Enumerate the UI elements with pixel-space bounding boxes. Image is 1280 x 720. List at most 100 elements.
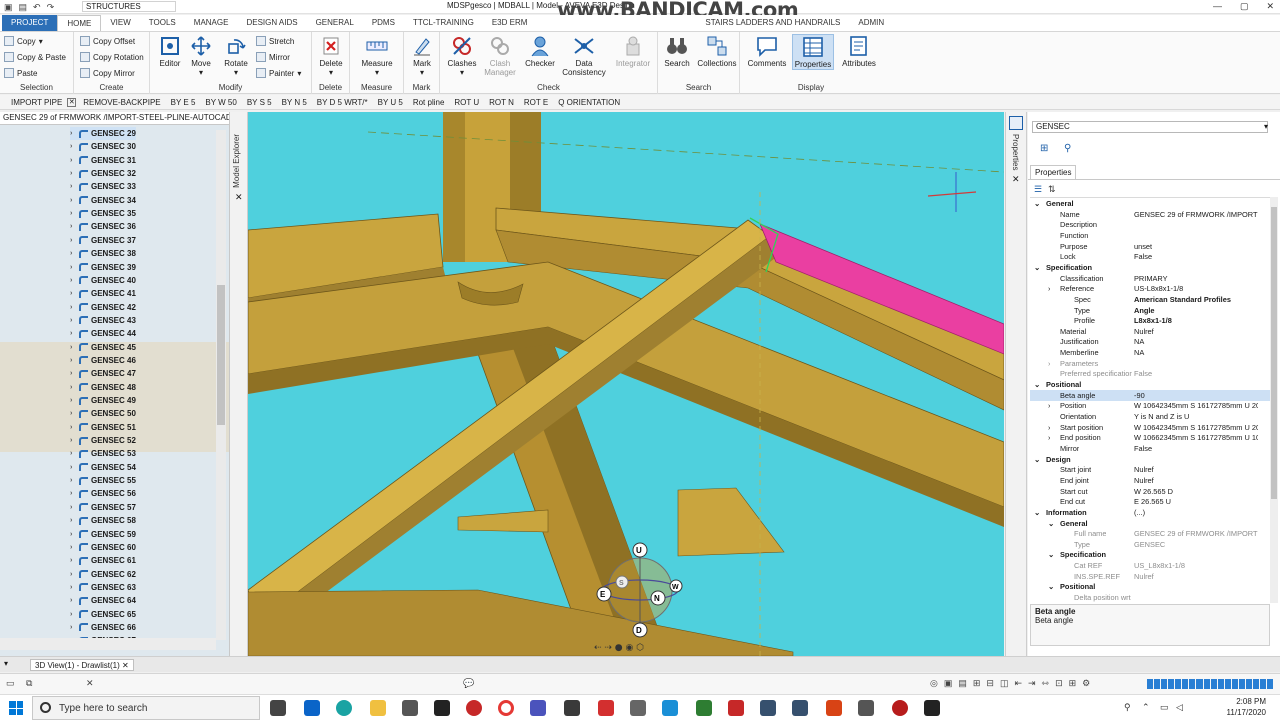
task-view-icon[interactable]: [270, 700, 286, 716]
expand-chevron-icon[interactable]: ›: [70, 464, 76, 471]
property-value[interactable]: W 10642345mm S 16172785mm U 20: [1134, 422, 1258, 433]
property-value[interactable]: Nulref: [1134, 464, 1258, 475]
expand-chevron-icon[interactable]: ⌄: [1034, 379, 1040, 390]
powerpoint-icon[interactable]: [826, 700, 842, 716]
property-row[interactable]: End joint Nulref: [1030, 475, 1270, 486]
edge-icon[interactable]: [336, 700, 352, 716]
chevron-down-icon[interactable]: ▾: [1264, 122, 1268, 131]
nav-arrows-icon[interactable]: ⇠ ⇢ ● ◉ ⬡: [594, 643, 644, 653]
property-row[interactable]: ⌄ General: [1030, 518, 1270, 529]
autocad-icon[interactable]: [728, 700, 744, 716]
property-row[interactable]: Justification NA: [1030, 336, 1270, 347]
tree-item[interactable]: › GENSEC 57: [70, 501, 136, 514]
explorer-scrollbar[interactable]: [216, 130, 226, 640]
expand-chevron-icon[interactable]: ⌄: [1034, 454, 1040, 465]
tab-stairs-ladders-handrails[interactable]: STAIRS LADDERS AND HANDRAILS: [696, 15, 849, 31]
expand-chevron-icon[interactable]: ›: [70, 250, 76, 257]
restore-icon[interactable]: ⧉: [26, 678, 32, 689]
skype-icon[interactable]: [662, 700, 678, 716]
property-value[interactable]: Y is N and Z is U: [1134, 411, 1258, 422]
tree-item[interactable]: › GENSEC 61: [70, 554, 136, 567]
property-row[interactable]: ⌄ Specification: [1030, 549, 1270, 560]
link-icon[interactable]: ⚲: [1064, 143, 1071, 154]
tab-tools[interactable]: TOOLS: [140, 15, 185, 31]
tree-item[interactable]: › GENSEC 45: [70, 341, 136, 354]
expand-chevron-icon[interactable]: ›: [70, 317, 76, 324]
property-row[interactable]: Mirror False: [1030, 443, 1270, 454]
property-value[interactable]: Nulref: [1134, 475, 1258, 486]
clashes-button[interactable]: Clashes ▾: [444, 34, 480, 77]
expand-chevron-icon[interactable]: ›: [70, 237, 76, 244]
property-row[interactable]: Start cut W 26.565 D: [1030, 486, 1270, 497]
property-value[interactable]: Angle: [1134, 305, 1258, 316]
mark-button[interactable]: Mark ▾: [404, 34, 440, 77]
property-row[interactable]: › Start position W 10642345mm S 16172785mm…: [1030, 422, 1270, 433]
property-value[interactable]: False: [1134, 368, 1258, 379]
close-icon[interactable]: ✕: [67, 97, 77, 107]
expand-chevron-icon[interactable]: ›: [70, 504, 76, 511]
property-value[interactable]: GENSEC 29 of FRMWORK /IMPORT: [1134, 209, 1258, 220]
expand-chevron-icon[interactable]: ›: [70, 424, 76, 431]
by-e5-button[interactable]: BY E 5: [166, 98, 201, 107]
property-value[interactable]: Nulref: [1134, 571, 1258, 582]
doc-tab-3d-view[interactable]: 3D View(1) - Drawlist(1) ✕: [30, 659, 134, 671]
tab-admin[interactable]: ADMIN: [849, 15, 893, 31]
tree-item[interactable]: › GENSEC 30: [70, 140, 136, 153]
property-row[interactable]: Classification PRIMARY: [1030, 273, 1270, 284]
copy-button[interactable]: Copy ▾: [4, 36, 43, 46]
tree-item[interactable]: › GENSEC 63: [70, 581, 136, 594]
paste-button[interactable]: Paste: [4, 68, 37, 78]
expand-chevron-icon[interactable]: ›: [70, 624, 76, 631]
expand-chevron-icon[interactable]: ›: [70, 330, 76, 337]
expand-chevron-icon[interactable]: ›: [70, 357, 76, 364]
tree-item[interactable]: › GENSEC 32: [70, 167, 136, 180]
aveva-icon[interactable]: [792, 700, 808, 716]
tree-item[interactable]: › GENSEC 39: [70, 261, 136, 274]
tree-item[interactable]: › GENSEC 44: [70, 327, 136, 340]
recorder-icon[interactable]: [466, 700, 482, 716]
taskbar-search[interactable]: Type here to search: [32, 696, 260, 720]
properties-side-tab[interactable]: Properties ✕: [1005, 112, 1027, 656]
tab-e3d-erm[interactable]: E3D ERM: [483, 15, 537, 31]
expand-chevron-icon[interactable]: ⌄: [1034, 507, 1040, 518]
property-row[interactable]: Preferred specification False: [1030, 368, 1270, 379]
calculator-icon[interactable]: [630, 700, 646, 716]
view-tools-icon[interactable]: ◎▣▤⊞⊟◫⇤⇥⇿⊡⊞⚙: [930, 678, 1096, 689]
expand-chevron-icon[interactable]: ›: [70, 477, 76, 484]
tree-item[interactable]: › GENSEC 51: [70, 421, 136, 434]
excel-icon[interactable]: [696, 700, 712, 716]
tree-item[interactable]: › GENSEC 48: [70, 381, 136, 394]
tree-item[interactable]: › GENSEC 64: [70, 594, 136, 607]
expand-chevron-icon[interactable]: ›: [1048, 432, 1050, 443]
properties-grid-icon[interactable]: [1009, 116, 1023, 130]
stretch-button[interactable]: Stretch: [256, 36, 294, 46]
property-value[interactable]: American Standard Profiles: [1134, 294, 1258, 305]
expand-chevron-icon[interactable]: ›: [70, 170, 76, 177]
property-value[interactable]: W 10662345mm S 16172785mm U 10: [1134, 432, 1258, 443]
property-value[interactable]: PRIMARY: [1134, 273, 1258, 284]
property-value[interactable]: GENSEC: [1134, 539, 1258, 550]
properties-tab-label[interactable]: Properties: [1011, 134, 1020, 170]
property-row[interactable]: › Reference US-L8x8x1-1/8: [1030, 283, 1270, 294]
property-row[interactable]: Description: [1030, 219, 1270, 230]
expand-chevron-icon[interactable]: ›: [70, 584, 76, 591]
expand-chevron-icon[interactable]: ›: [70, 611, 76, 618]
tree-item[interactable]: › GENSEC 37: [70, 234, 136, 247]
tree-item[interactable]: › GENSEC 42: [70, 301, 136, 314]
property-row[interactable]: Material Nulref: [1030, 326, 1270, 337]
expand-chevron-icon[interactable]: ›: [70, 557, 76, 564]
expand-chevron-icon[interactable]: ›: [70, 223, 76, 230]
property-row[interactable]: Type Angle: [1030, 305, 1270, 316]
expand-chevron-icon[interactable]: ›: [70, 143, 76, 150]
expand-chevron-icon[interactable]: ›: [70, 370, 76, 377]
expand-chevron-icon[interactable]: ⌄: [1048, 581, 1054, 592]
acrobat-icon[interactable]: [598, 700, 614, 716]
tree-item[interactable]: › GENSEC 46: [70, 354, 136, 367]
tree-item[interactable]: › GENSEC 54: [70, 461, 136, 474]
property-value[interactable]: False: [1134, 443, 1258, 454]
expand-chevron-icon[interactable]: ›: [70, 264, 76, 271]
rot-e-button[interactable]: ROT E: [519, 98, 553, 107]
property-row[interactable]: Start joint Nulref: [1030, 464, 1270, 475]
tree-item[interactable]: › GENSEC 49: [70, 394, 136, 407]
property-row[interactable]: Function: [1030, 230, 1270, 241]
